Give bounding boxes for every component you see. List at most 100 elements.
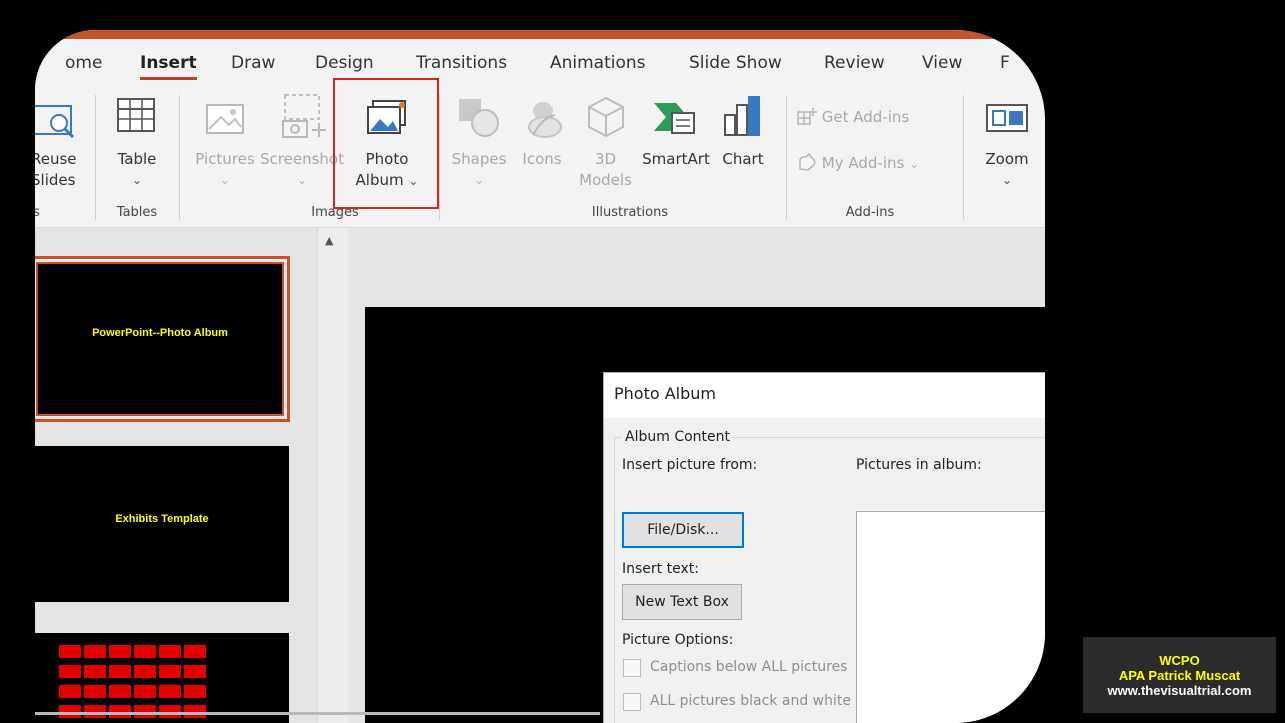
chevron-down-icon: ⌄	[1001, 173, 1013, 187]
watermark-line-1: WCPO	[1159, 653, 1200, 668]
reuse-slides-icon	[35, 105, 75, 139]
3d-models-label-1: 3D	[594, 150, 617, 168]
zoom-button[interactable]: Zoom ⌄	[977, 149, 1037, 191]
reuse-slides-button[interactable]: Reuse Slides	[35, 149, 81, 191]
smartart-button[interactable]: SmartArt	[637, 149, 715, 170]
exhibit-tile	[184, 665, 206, 678]
pictures-in-album-label: Pictures in album:	[856, 457, 982, 473]
group-illustrations-label: Illustrations	[591, 205, 669, 220]
tab-draw[interactable]: Draw	[231, 53, 275, 73]
tab-insert[interactable]: Insert	[140, 53, 197, 80]
pictures-label: Pictures	[195, 150, 255, 168]
chevron-down-icon: ⌄	[131, 173, 143, 187]
new-text-box-button[interactable]: New Text Box	[622, 584, 742, 620]
exhibit-tile	[109, 665, 131, 678]
chevron-down-icon: ⌄	[909, 157, 920, 171]
picture-options-label: Picture Options:	[622, 632, 734, 648]
ribbon-tabs: ome Insert Draw Design Transitions Anima…	[35, 39, 1045, 85]
tab-home[interactable]: ome	[65, 53, 102, 73]
exhibit-tile	[59, 685, 81, 698]
shapes-button[interactable]: Shapes ⌄	[449, 149, 509, 191]
3d-models-button[interactable]: 3D Models	[573, 149, 638, 191]
exhibit-tile	[134, 645, 156, 658]
title-accent-bar	[35, 30, 1045, 39]
black-white-option-label: ALL pictures black and white	[650, 693, 851, 709]
table-label: Table	[117, 150, 157, 168]
photo-album-highlight-box	[333, 78, 439, 209]
separator	[963, 95, 964, 220]
slide-thumbnail-3[interactable]	[35, 633, 289, 723]
tab-animations[interactable]: Animations	[550, 53, 646, 73]
slide-1-title: PowerPoint--Photo Album	[92, 327, 228, 339]
exhibit-tile	[134, 685, 156, 698]
album-content-label: Album Content	[622, 429, 733, 445]
chart-button[interactable]: Chart	[715, 149, 771, 170]
3d-models-icon	[588, 96, 624, 138]
captions-checkbox[interactable]	[623, 659, 641, 677]
tab-design[interactable]: Design	[315, 53, 374, 73]
chart-icon	[724, 96, 760, 136]
file-disk-button[interactable]: File/Disk...	[622, 512, 744, 548]
screenshot-icon	[282, 94, 326, 138]
scroll-up-arrow-icon[interactable]: ▲	[325, 234, 333, 247]
tab-slide-show[interactable]: Slide Show	[689, 53, 782, 73]
get-addins-button[interactable]: Get Add-ins	[797, 107, 937, 128]
pictures-button[interactable]: Pictures ⌄	[190, 149, 260, 191]
bottom-highlight-line	[35, 712, 600, 715]
reuse-label-2: Slides	[35, 171, 76, 189]
exhibit-tile	[109, 685, 131, 698]
tab-review[interactable]: Review	[824, 53, 885, 73]
pictures-icon	[206, 104, 244, 134]
group-slides-label: s	[35, 205, 40, 220]
watermark-line-2: APA Patrick Muscat	[1118, 668, 1241, 683]
pictures-in-album-list[interactable]	[856, 511, 1045, 723]
smartart-icon	[654, 103, 695, 134]
tab-more[interactable]: F	[1000, 53, 1010, 73]
table-button[interactable]: Table ⌄	[107, 149, 167, 191]
dialog-title: Photo Album	[604, 373, 1045, 418]
smartart-label: SmartArt	[642, 150, 710, 168]
exhibit-tile	[84, 685, 106, 698]
slide-thumbnail-1[interactable]: PowerPoint--Photo Album	[35, 256, 290, 422]
black-white-checkbox[interactable]	[623, 693, 641, 711]
table-icon	[117, 98, 155, 132]
my-addins-button[interactable]: My Add-ins ⌄	[797, 152, 957, 175]
3d-models-label-2: Models	[579, 171, 632, 189]
separator	[179, 95, 180, 220]
zoom-icon	[986, 104, 1028, 132]
get-addins-label: Get Add-ins	[821, 108, 910, 126]
my-addins-icon	[799, 152, 816, 171]
icons-button[interactable]: Icons	[517, 149, 567, 170]
group-addins-label: Add-ins	[845, 205, 895, 220]
captions-option-label: Captions below ALL pictures	[650, 659, 848, 675]
reuse-label-1: Reuse	[35, 150, 77, 168]
exhibit-tile	[109, 645, 131, 658]
icons-icon	[528, 102, 562, 138]
exhibit-tile	[159, 645, 181, 658]
watermark-box: WCPO APA Patrick Muscat www.thevisualtri…	[1083, 637, 1276, 713]
exhibit-tile	[59, 645, 81, 658]
exhibit-tile	[159, 685, 181, 698]
chevron-down-icon: ⌄	[219, 173, 231, 187]
separator	[95, 95, 96, 220]
powerpoint-window: ome Insert Draw Design Transitions Anima…	[35, 30, 1045, 723]
tab-view[interactable]: View	[922, 53, 962, 73]
exhibit-tile	[59, 665, 81, 678]
slide-thumbnails-pane: PowerPoint--Photo Album Exhibits Templat…	[35, 228, 317, 723]
exhibit-tile	[159, 665, 181, 678]
exhibit-tile	[84, 665, 106, 678]
insert-text-label: Insert text:	[622, 561, 699, 577]
exhibit-tile	[84, 645, 106, 658]
tab-transitions[interactable]: Transitions	[416, 53, 507, 73]
slide-thumbnail-2[interactable]: Exhibits Template	[35, 446, 289, 602]
chart-label: Chart	[722, 150, 764, 168]
slide-2-title: Exhibits Template	[115, 513, 209, 525]
exhibit-tile	[134, 665, 156, 678]
insert-picture-label: Insert picture from:	[622, 457, 758, 473]
separator	[786, 95, 787, 220]
chevron-down-icon: ⌄	[473, 173, 485, 187]
separator	[439, 95, 440, 220]
thumbnail-scrollbar[interactable]: ▲	[317, 228, 348, 723]
group-tables-label: Tables	[116, 205, 158, 220]
shapes-icon	[459, 99, 499, 137]
